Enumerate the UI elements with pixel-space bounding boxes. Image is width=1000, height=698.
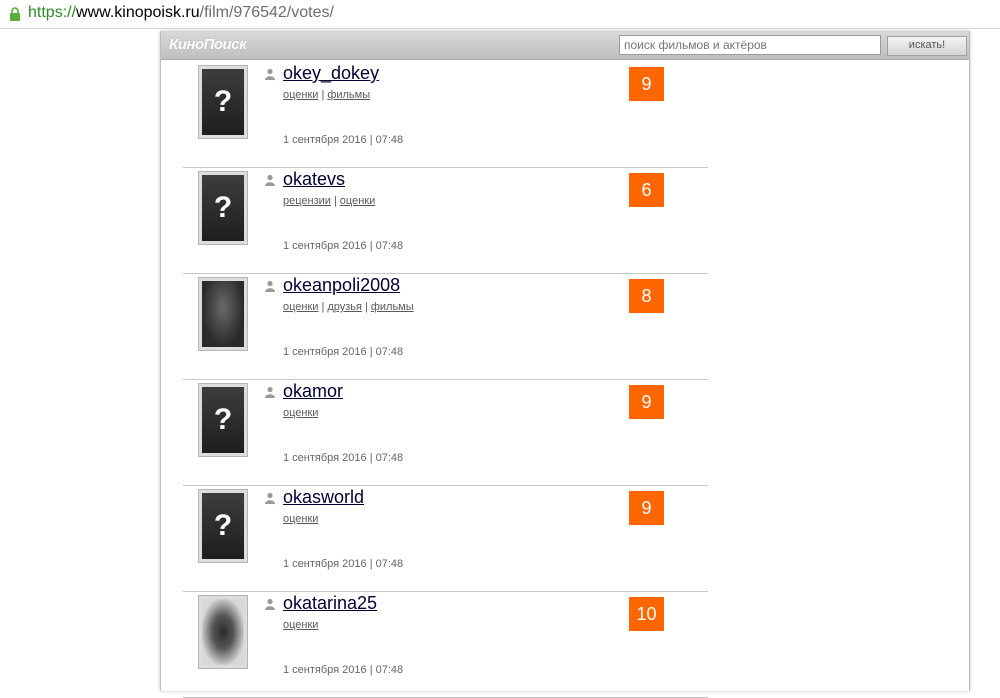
user-links: рецензии | оценки (283, 194, 375, 208)
vote-score: 8 (629, 279, 664, 313)
user-name-link[interactable]: okatevs (283, 168, 345, 190)
user-link[interactable]: оценки (283, 619, 318, 631)
vote-score: 9 (629, 491, 664, 525)
site-page: КиноПоиск искать! ?okey_dokeyоценки|филь… (160, 31, 970, 698)
user-link[interactable]: фильмы (327, 89, 370, 101)
user-avatar[interactable]: ? (198, 65, 248, 139)
user-link[interactable]: оценки (283, 89, 318, 101)
search-input[interactable] (619, 35, 881, 55)
vote-date: 1 сентября 2016 | 07:48 (283, 240, 404, 252)
avatar-photo (202, 599, 244, 665)
user-avatar[interactable] (198, 277, 248, 351)
user-icon (265, 386, 275, 398)
vote-date: 1 сентября 2016 | 07:48 (283, 346, 404, 358)
user-name-link[interactable]: okeanpoli2008 (283, 274, 400, 296)
search-button[interactable]: искать! (887, 36, 967, 56)
user-link[interactable]: оценки (283, 301, 318, 313)
vote-score: 9 (629, 385, 664, 419)
vote-date: 1 сентября 2016 | 07:48 (283, 134, 404, 146)
vote-row: okatarina25 оценки 1 сентября 2016 | 07:48… (183, 592, 708, 698)
vote-row: ? okamor оценки 1 сентября 2016 | 07:48 9 (183, 380, 708, 486)
user-link[interactable]: оценки (340, 195, 375, 207)
link-separator: | (333, 195, 337, 207)
user-avatar[interactable]: ? (198, 489, 248, 563)
user-link[interactable]: оценки (283, 513, 318, 525)
vote-row: ? okatevs рецензии | оценки 1 сентября 2016 |… (183, 168, 708, 274)
user-icon (265, 174, 275, 186)
vote-date: 1 сентября 2016 | 07:48 (283, 664, 404, 676)
avatar-placeholder: ? (202, 69, 244, 135)
address-bar[interactable]: https://www.kinopoisk.ru/film/976542/vot… (0, 0, 1000, 29)
link-separator: | (321, 301, 325, 313)
user-link[interactable]: рецензии (283, 195, 331, 207)
url-host: www.kinopoisk.ru (76, 4, 200, 21)
user-name-link[interactable]: okey_dokey (283, 62, 379, 84)
vote-score: 9 (629, 67, 664, 101)
link-separator: | (364, 301, 368, 313)
user-link[interactable]: оценки (283, 407, 318, 419)
vote-date: 1 сентября 2016 | 07:48 (283, 558, 404, 570)
url-scheme: https:// (28, 4, 77, 21)
url-text[interactable]: https://www.kinopoisk.ru/film/976542/vot… (28, 3, 334, 23)
site-header: КиноПоиск искать! (161, 31, 969, 60)
link-separator: | (321, 89, 325, 101)
vote-score: 6 (629, 173, 664, 207)
user-links: оценки | фильмы (283, 88, 370, 102)
user-icon (265, 598, 275, 610)
user-links: оценки (283, 406, 318, 420)
user-links: оценки | друзья | фильмы (283, 300, 414, 314)
user-avatar[interactable] (198, 595, 248, 669)
user-icon (265, 280, 275, 292)
user-link[interactable]: фильмы (371, 301, 414, 313)
user-icon (265, 68, 275, 80)
user-name-link[interactable]: okatarina25 (283, 592, 377, 614)
user-icon (265, 492, 275, 504)
user-name-link[interactable]: okamor (283, 380, 343, 402)
user-links: оценки (283, 512, 318, 526)
user-name-link[interactable]: okasworld (283, 486, 364, 508)
avatar-placeholder: ? (202, 175, 244, 241)
vote-row: okeanpoli2008 оценки | друзья | фильмы 1 сентя… (183, 274, 708, 380)
user-link[interactable]: друзья (327, 301, 362, 313)
vote-score: 10 (629, 597, 664, 631)
vote-date: 1 сентября 2016 | 07:48 (283, 452, 404, 464)
user-avatar[interactable]: ? (198, 171, 248, 245)
avatar-photo (202, 281, 244, 347)
user-links: оценки (283, 618, 318, 632)
avatar-placeholder: ? (202, 493, 244, 559)
lock-icon (10, 7, 20, 21)
site-logo[interactable]: КиноПоиск (169, 36, 247, 53)
avatar-placeholder: ? (202, 387, 244, 453)
user-avatar[interactable]: ? (198, 383, 248, 457)
vote-row: ? okey_dokey оценки | фильмы 1 сентября 2016 … (183, 62, 708, 168)
url-path: /film/976542/votes/ (199, 4, 334, 21)
vote-row: ? okasworld оценки 1 сентября 2016 | 07:48 9 (183, 486, 708, 592)
